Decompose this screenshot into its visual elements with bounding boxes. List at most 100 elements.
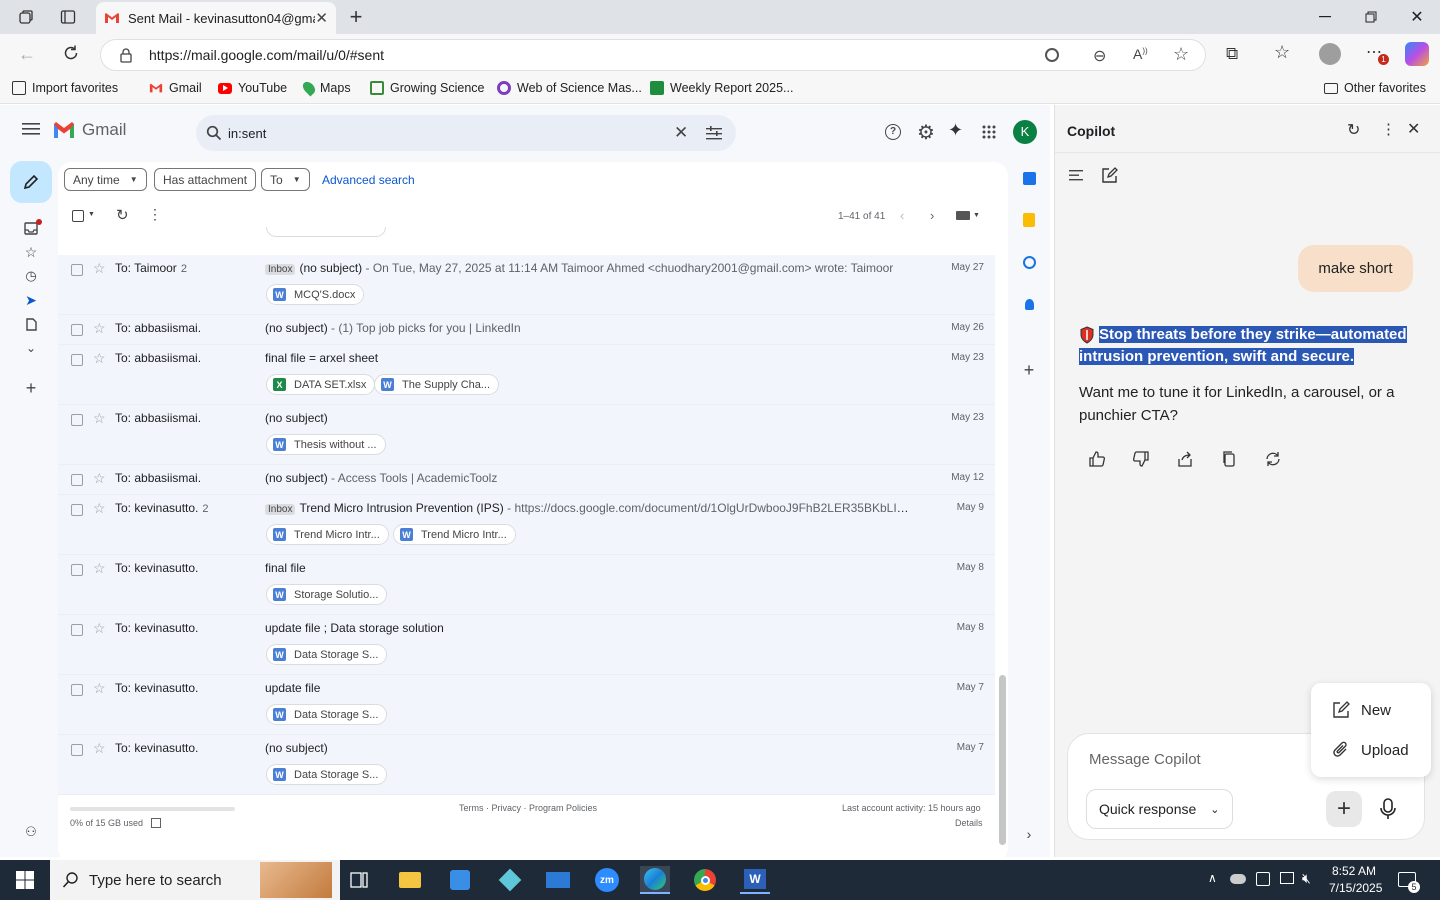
share-icon[interactable] — [1173, 447, 1197, 471]
favorite-gmail[interactable]: Gmail — [149, 81, 202, 95]
storage-text[interactable]: 0% of 15 GB used — [70, 818, 162, 828]
row-checkbox[interactable] — [71, 624, 83, 636]
mail-row[interactable]: ☆ To: kevinasutto. final file May 8 W Storage… — [58, 555, 995, 615]
refresh-mail-icon[interactable]: ↻ — [116, 206, 129, 224]
star-icon[interactable]: ☆ — [93, 620, 106, 637]
subject-line[interactable]: (no subject) — [265, 741, 915, 755]
copilot-icon[interactable] — [1405, 42, 1429, 66]
advanced-search-link[interactable]: Advanced search — [322, 173, 415, 187]
close-tab-icon[interactable]: ✕ — [315, 9, 328, 27]
file-explorer-icon[interactable] — [395, 866, 425, 894]
thumbs-down-icon[interactable] — [1129, 447, 1153, 471]
workspaces-icon[interactable] — [14, 6, 38, 28]
subject-line[interactable]: update file ; Data storage solution — [265, 621, 915, 635]
back-icon[interactable]: ← — [18, 44, 36, 65]
mail-app-icon[interactable] — [543, 866, 573, 894]
more-actions-icon[interactable]: ⋮ — [148, 206, 162, 223]
row-checkbox[interactable] — [71, 744, 83, 756]
copilot-reply-highlighted[interactable]: Stop threats before they strike—automate… — [1079, 324, 1409, 368]
tasks-icon[interactable] — [1018, 251, 1040, 273]
attachment-chip[interactable]: W Data Storage S... — [266, 704, 388, 725]
edge-browser-icon[interactable] — [640, 866, 670, 894]
other-favorites[interactable]: Other favorites — [1324, 81, 1426, 95]
add-attachment-button[interactable]: + — [1326, 791, 1362, 827]
site-info-icon[interactable] — [119, 47, 133, 63]
favorites-icon[interactable]: ☆ — [1274, 42, 1290, 63]
volume-muted-icon[interactable]: 🔇︎ — [1302, 870, 1311, 887]
favorite-youtube[interactable]: YouTube — [218, 81, 287, 95]
get-addons-icon[interactable]: + — [1018, 359, 1040, 381]
prev-page-icon[interactable]: ‹ — [900, 208, 904, 223]
subject-line[interactable]: final file = arxel sheet — [265, 351, 915, 365]
attachment-chip[interactable]: W The Supply Cha... — [374, 374, 500, 395]
details-link[interactable]: Details — [955, 818, 983, 828]
active-tab[interactable]: Sent Mail - kevinasutton04@gma ✕ — [96, 2, 336, 34]
gemini-icon[interactable]: ✦ — [948, 120, 963, 141]
filter-any-time[interactable]: Any time ▼ — [64, 168, 147, 191]
store-icon[interactable] — [445, 866, 475, 894]
attachment-chip[interactable]: W Thesis without ... — [266, 434, 386, 455]
favorite-import[interactable]: Import favorites — [12, 81, 118, 95]
taskbar-search[interactable]: Type here to search — [50, 860, 340, 900]
drafts-icon[interactable] — [20, 313, 42, 335]
minimize-icon[interactable] — [1310, 6, 1340, 28]
mail-row[interactable]: ☆ To: abbasiismai. (no subject) - (1) Top … — [58, 315, 995, 345]
clock-time[interactable]: 8:52 AM — [1332, 864, 1376, 878]
task-view-icon[interactable] — [344, 866, 374, 894]
attachment-chip[interactable]: X DATA SET.xlsx — [266, 374, 376, 395]
conversation-list-icon[interactable] — [1069, 169, 1083, 181]
gemini-side-icon[interactable]: ⚇ — [20, 821, 42, 843]
favorite-web-of-science[interactable]: Web of Science Mas... — [497, 81, 642, 95]
star-icon[interactable]: ☆ — [93, 680, 106, 697]
calendar-icon[interactable] — [1018, 167, 1040, 189]
footer-links[interactable]: Terms · Privacy · Program Policies — [459, 803, 597, 813]
star-icon[interactable]: ☆ — [93, 560, 106, 577]
row-checkbox[interactable] — [71, 684, 83, 696]
copilot-close-icon[interactable]: ✕ — [1407, 119, 1420, 139]
clock-date[interactable]: 7/15/2025 — [1329, 881, 1382, 895]
add-favorite-icon[interactable]: ☆ — [1173, 44, 1189, 65]
snoozed-icon[interactable]: ◷ — [20, 265, 42, 287]
thumbs-up-icon[interactable] — [1085, 447, 1109, 471]
compose-button[interactable] — [10, 161, 52, 203]
tracking-icon[interactable] — [1045, 48, 1059, 62]
star-icon[interactable]: ☆ — [93, 320, 106, 337]
mail-row[interactable]: ☆ To: kevinasutto. update file May 7 W Data S… — [58, 675, 995, 735]
favorite-growing-science[interactable]: Growing Science — [370, 81, 485, 95]
sent-icon[interactable]: ➤ — [20, 289, 42, 311]
next-page-icon[interactable]: › — [930, 208, 934, 223]
attachment-chip[interactable]: W Data Storage S... — [266, 644, 388, 665]
keep-icon[interactable] — [1018, 209, 1040, 231]
select-all-checkbox[interactable] — [72, 210, 84, 222]
mail-row[interactable]: ☆ To: abbasiismai. final file = arxel shee… — [58, 345, 995, 405]
gmail-search-bar[interactable]: in:sent ✕ — [196, 115, 736, 151]
extensions-icon[interactable]: ⧉ — [1226, 44, 1238, 64]
mail-row[interactable]: ☆ To: kevinasutto. 2 Inbox Trend Micro Intru… — [58, 495, 995, 555]
mail-row[interactable]: ☆ To: kevinasutto. (no subject) May 7 W Data … — [58, 735, 995, 795]
main-menu-icon[interactable] — [22, 122, 40, 136]
subject-line[interactable]: (no subject) — [265, 411, 915, 425]
mail-row[interactable]: ☆ To: abbasiismai. (no subject) - Access T… — [58, 465, 995, 495]
copilot-refresh-icon[interactable]: ↻ — [1347, 120, 1360, 140]
inbox-icon[interactable] — [20, 217, 42, 239]
input-tools-icon[interactable] — [956, 211, 970, 220]
copilot-more-icon[interactable]: ⋮ — [1381, 120, 1396, 138]
row-checkbox[interactable] — [71, 564, 83, 576]
attachment-chip[interactable]: W Trend Micro Intr... — [393, 524, 516, 545]
onedrive-icon[interactable] — [1230, 874, 1246, 884]
new-menu-item[interactable]: New — [1331, 700, 1391, 720]
microphone-icon[interactable] — [1380, 798, 1396, 820]
gmail-logo[interactable]: Gmail — [52, 120, 126, 140]
tab-actions-icon[interactable] — [56, 6, 80, 28]
chrome-icon[interactable] — [690, 866, 720, 894]
filter-to[interactable]: To ▼ — [261, 168, 310, 191]
starred-icon[interactable]: ☆ — [20, 241, 42, 263]
star-icon[interactable]: ☆ — [93, 740, 106, 757]
star-icon[interactable]: ☆ — [93, 470, 106, 487]
account-avatar[interactable]: K — [1013, 120, 1037, 144]
row-checkbox[interactable] — [71, 354, 83, 366]
search-input[interactable]: in:sent — [228, 126, 266, 141]
select-dropdown-icon[interactable]: ▼ — [88, 211, 95, 218]
mail-row[interactable]: ☆ To: kevinasutto. update file ; Data stor… — [58, 615, 995, 675]
start-windows-icon[interactable] — [10, 866, 40, 894]
